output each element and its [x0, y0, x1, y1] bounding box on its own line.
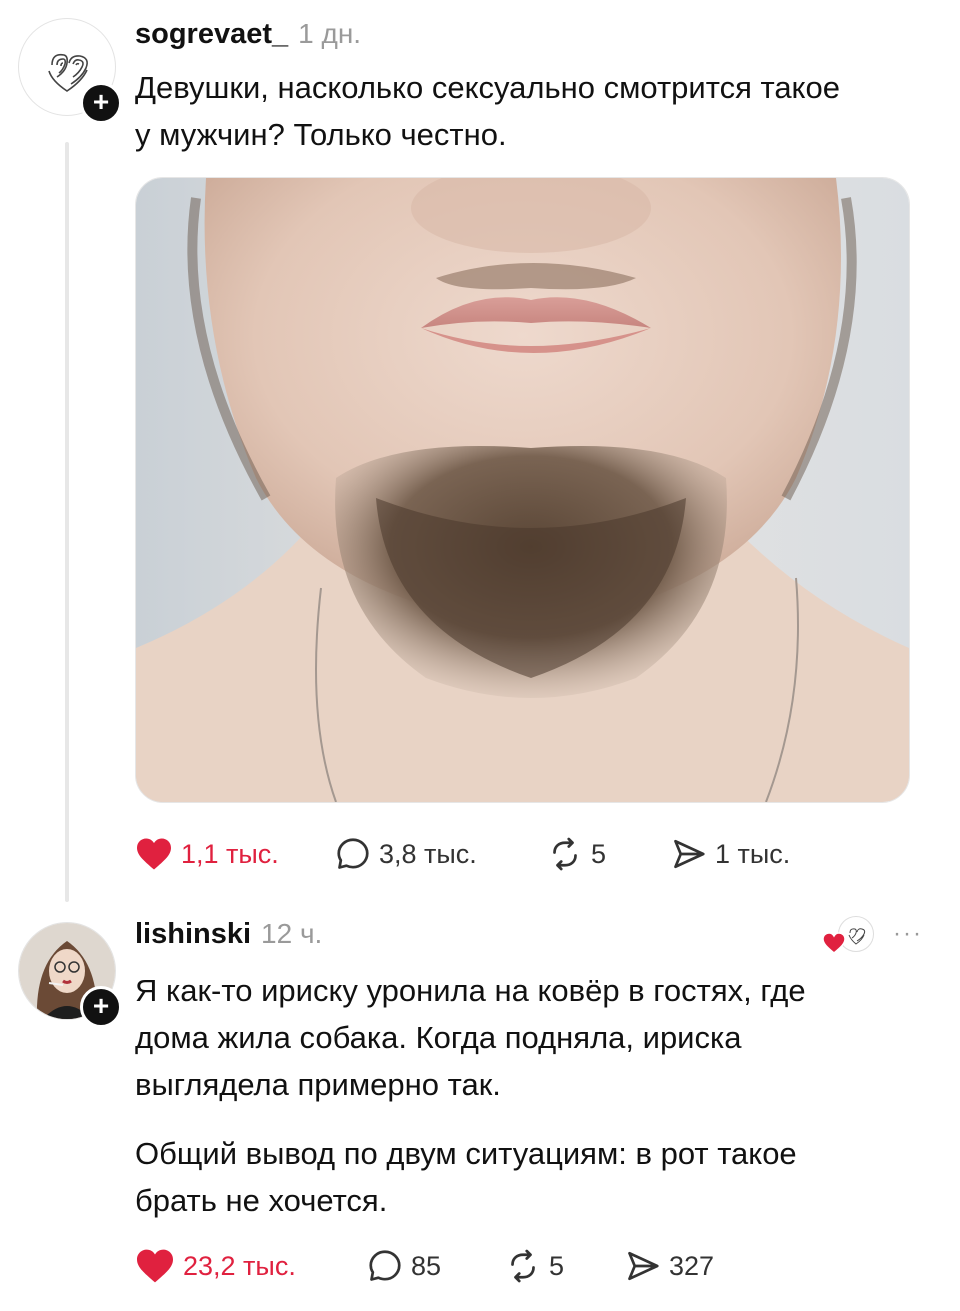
heart-reaction-icon [822, 932, 846, 954]
timestamp: 1 дн. [298, 18, 362, 49]
post-header: sogrevaet_ 1 дн. [135, 18, 361, 51]
send-icon [628, 1251, 659, 1281]
comment-button[interactable]: 85 [367, 1248, 505, 1284]
timestamp: 12 ч. [261, 918, 323, 949]
comment-bubble-icon [369, 1250, 401, 1281]
post-text: Я как-то ириску уронила на ковёр в гостя… [135, 973, 806, 1102]
username[interactable]: sogrevaet_ [135, 18, 288, 51]
thread-line [65, 142, 69, 902]
repost-icon [553, 837, 577, 871]
like-count: 1,1 тыс. [181, 838, 279, 869]
follow-button[interactable]: + [80, 82, 122, 124]
like-button[interactable]: 1,1 тыс. [135, 837, 335, 871]
post-text: Девушки, насколько сексуально смотрится … [135, 70, 840, 152]
share-count: 327 [669, 1250, 715, 1281]
post-text-conclusion: Общий вывод по двум ситуациям: в рот так… [135, 1136, 797, 1218]
username[interactable]: lishinski [135, 918, 251, 951]
beard-photo-illustration [136, 178, 909, 802]
reactors-avatars[interactable] [822, 916, 878, 954]
avatar-lishinski[interactable]: + [18, 922, 122, 1028]
repost-button[interactable]: 5 [505, 1248, 625, 1284]
post-actions: 23,2 тыс. 85 5 327 [135, 1248, 714, 1284]
heart-filled-icon [137, 838, 171, 870]
comment-bubble-icon [337, 838, 369, 869]
more-options-button[interactable]: ··· [893, 920, 923, 948]
avatar-sogrevaet[interactable]: + [18, 18, 122, 124]
share-button[interactable]: 1 тыс. [671, 836, 790, 872]
post-actions: 1,1 тыс. 3,8 тыс. 5 1 тыс. [135, 836, 790, 872]
like-button[interactable]: 23,2 тыс. [135, 1248, 367, 1284]
send-icon [674, 839, 705, 869]
repost-button[interactable]: 5 [547, 836, 671, 872]
like-count: 23,2 тыс. [183, 1250, 296, 1281]
follow-button[interactable]: + [80, 986, 122, 1028]
repost-icon [511, 1249, 535, 1283]
comment-count: 3,8 тыс. [379, 838, 477, 869]
repost-count: 5 [549, 1250, 565, 1281]
post-header: lishinski 12 ч. [135, 918, 322, 951]
repost-count: 5 [591, 838, 607, 869]
heart-filled-icon [137, 1249, 173, 1283]
comment-button[interactable]: 3,8 тыс. [335, 836, 547, 872]
comment-count: 85 [411, 1250, 442, 1281]
post-image[interactable] [135, 177, 910, 803]
share-count: 1 тыс. [715, 838, 791, 869]
share-button[interactable]: 327 [625, 1248, 714, 1284]
